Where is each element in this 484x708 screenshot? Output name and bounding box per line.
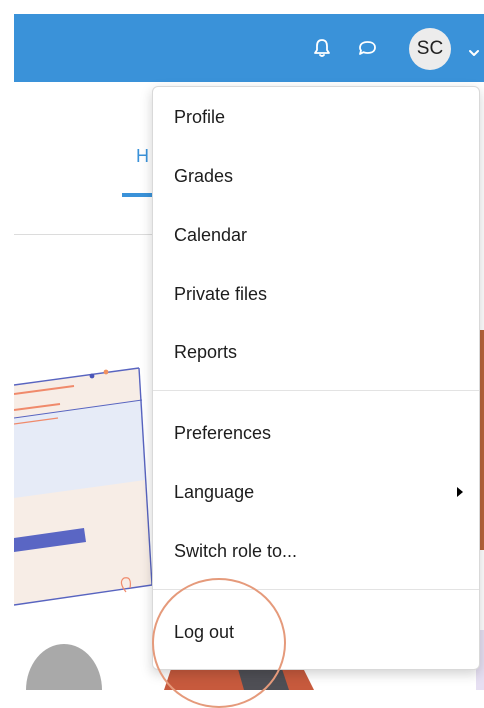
- menu-item-profile[interactable]: Profile: [153, 89, 479, 145]
- menu-item-log-out[interactable]: Log out: [153, 604, 479, 660]
- tabs-divider: [14, 234, 154, 235]
- menu-item-reports[interactable]: Reports: [153, 324, 479, 380]
- chevron-down-icon[interactable]: [469, 44, 479, 56]
- active-tab-indicator: [122, 193, 154, 197]
- menu-item-language[interactable]: Language: [153, 464, 479, 520]
- bell-icon[interactable]: [310, 36, 334, 60]
- menu-item-calendar[interactable]: Calendar: [153, 207, 479, 263]
- tab-home[interactable]: H: [136, 146, 149, 167]
- user-avatar[interactable]: SC: [409, 28, 451, 70]
- chat-bubble-icon[interactable]: [355, 36, 379, 60]
- menu-item-grades[interactable]: Grades: [153, 148, 479, 204]
- navbar: SC: [14, 14, 484, 82]
- menu-divider: [153, 589, 479, 590]
- menu-item-switch-role[interactable]: Switch role to...: [153, 523, 479, 579]
- menu-divider: [153, 390, 479, 391]
- menu-item-language-label: Language: [174, 482, 255, 502]
- user-menu: Profile Grades Calendar Private files Re…: [152, 86, 480, 670]
- caret-right-icon: [457, 487, 463, 497]
- menu-item-private-files[interactable]: Private files: [153, 266, 479, 322]
- tab-next-partial[interactable]: [480, 146, 484, 166]
- menu-item-preferences[interactable]: Preferences: [153, 405, 479, 461]
